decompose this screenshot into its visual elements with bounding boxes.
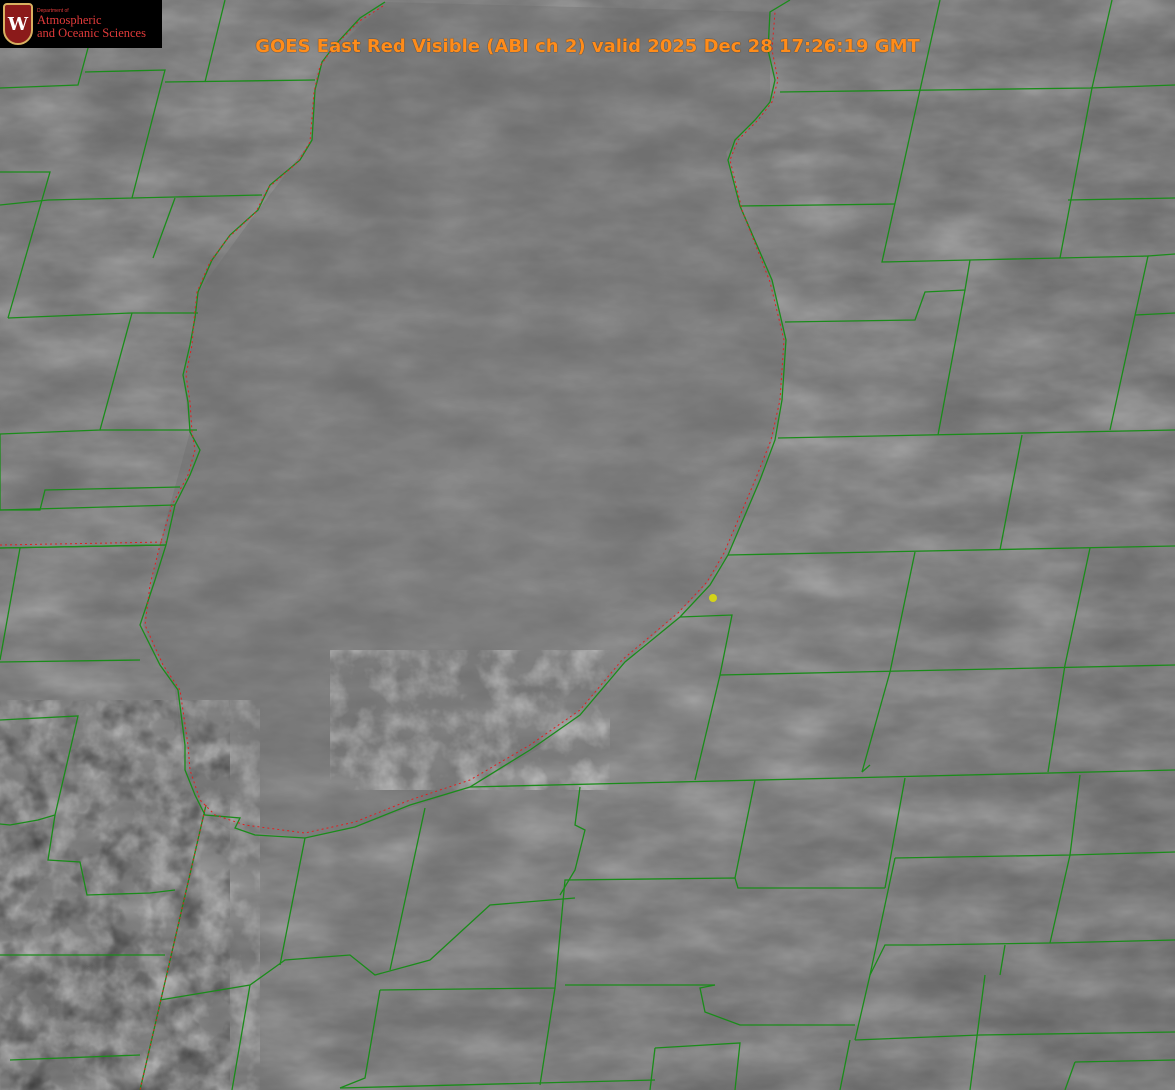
university-logo: W Department of Atmospheric and Oceanic … (0, 0, 162, 48)
satellite-imagery (0, 0, 1175, 1090)
logo-text: Department of Atmospheric and Oceanic Sc… (37, 8, 146, 40)
southwest-dark-field (0, 700, 230, 1090)
logo-line-1: Atmospheric (37, 12, 102, 27)
university-seal-icon: W (3, 3, 33, 45)
bright-cloud-band (330, 650, 610, 790)
satellite-map: W Department of Atmospheric and Oceanic … (0, 0, 1175, 1090)
logo-line-2: and Oceanic Sciences (37, 25, 146, 40)
location-marker-icon (709, 594, 717, 602)
